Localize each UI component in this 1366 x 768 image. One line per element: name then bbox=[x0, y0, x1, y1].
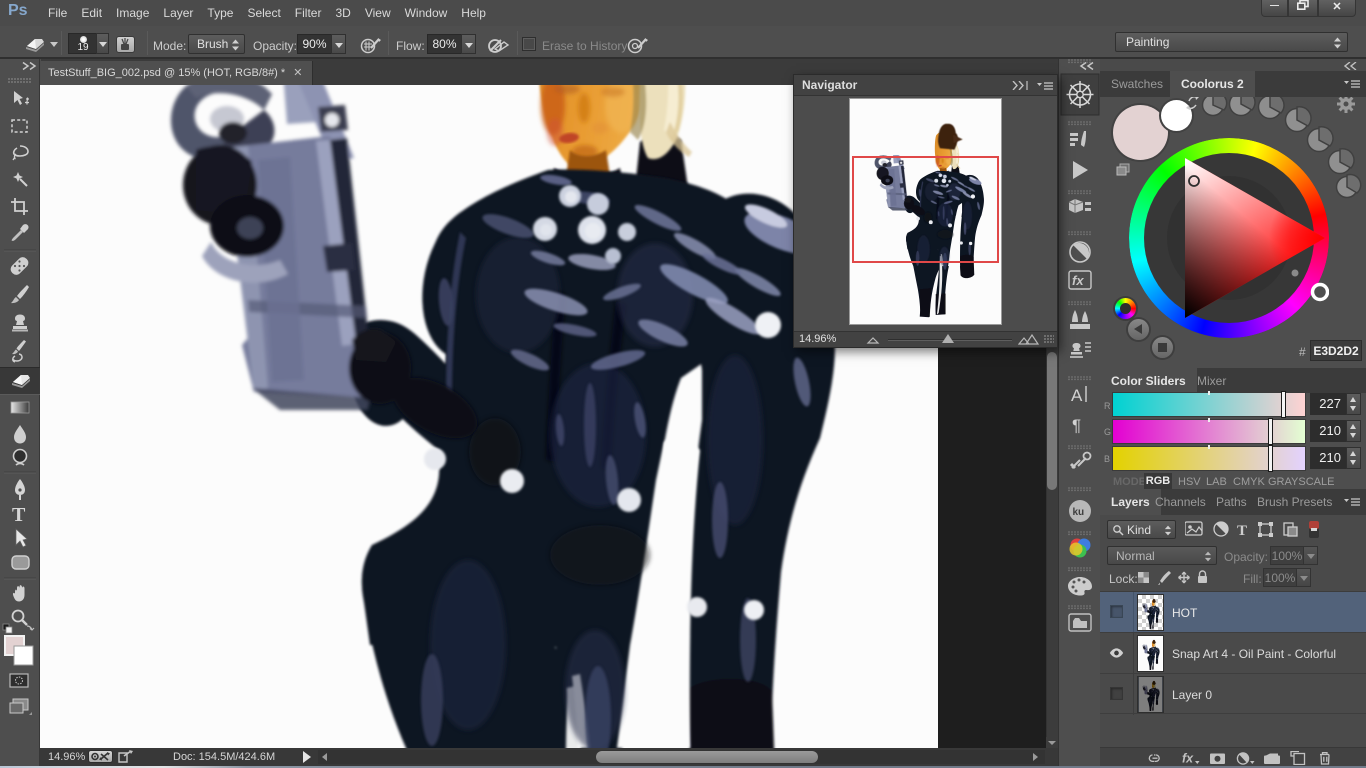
svg-text:T: T bbox=[1237, 523, 1247, 538]
svg-text:fx: fx bbox=[1182, 752, 1194, 766]
svg-text:ku: ku bbox=[1073, 507, 1085, 518]
svg-text:¶: ¶ bbox=[1072, 416, 1081, 435]
svg-text:T: T bbox=[12, 504, 26, 526]
svg-text:A: A bbox=[1071, 386, 1083, 405]
svg-text:fx: fx bbox=[1072, 273, 1084, 288]
